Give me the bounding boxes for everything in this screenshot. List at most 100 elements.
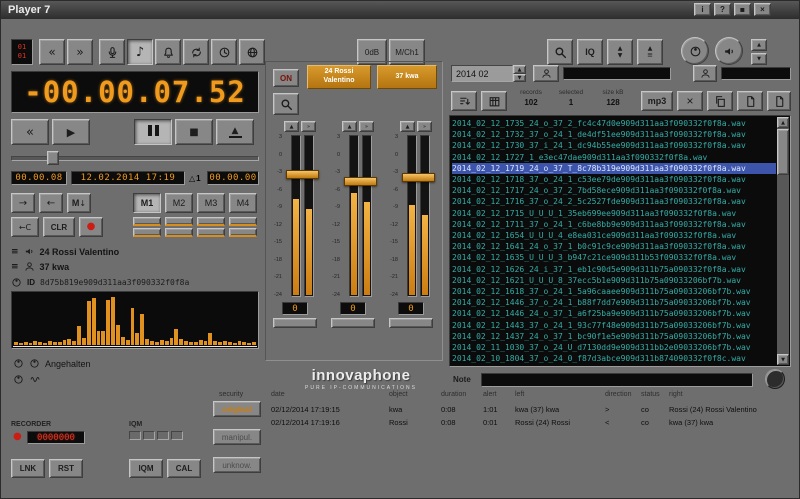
fader-handle[interactable] — [344, 176, 377, 186]
clear-marker-button[interactable]: ←C — [11, 217, 39, 237]
monitor-button[interactable] — [715, 37, 743, 65]
marker-3-clear-button[interactable] — [197, 228, 225, 237]
period-up-button[interactable]: ▲ — [513, 65, 526, 74]
bell-button[interactable] — [155, 39, 181, 65]
file-row[interactable]: 2014_02_12_1717_24_o_37_2_7bd58ece909d31… — [452, 185, 776, 196]
nudge-up-button[interactable]: ▲ — [751, 39, 767, 51]
file-list-scrollbar[interactable]: ▲ ▼ — [777, 117, 789, 365]
marker-2-button[interactable]: M2 — [165, 193, 193, 213]
file-row[interactable]: 2014_02_12_1732_37_o_24_1_de4df51ee909d3… — [452, 129, 776, 140]
marker-3-set-button[interactable] — [197, 217, 225, 226]
file-row[interactable]: 2014_02_12_1654_U_U_U_4_e8ea031ce909d311… — [452, 230, 776, 241]
marker-1-button[interactable]: M1 — [133, 193, 161, 213]
file-row[interactable]: 2014_02_12_1727_1_e3ec47dae909d311aa3f09… — [452, 152, 776, 163]
filter-party-b-button[interactable] — [693, 65, 717, 82]
filter-party-a-button[interactable] — [533, 65, 559, 82]
play-button[interactable]: ▶ — [52, 119, 90, 145]
file-row[interactable]: 2014_02_12_1711_37_o_24_1_c6be8bb9e909d3… — [452, 219, 776, 230]
file-row[interactable]: 2014_02_12_1635_U_U_U_3_b947c21ce909d311… — [452, 252, 776, 263]
fader-handle[interactable] — [286, 170, 319, 180]
loop-button[interactable] — [183, 39, 209, 65]
help-button[interactable]: ? — [714, 3, 731, 16]
filter-party-b-field[interactable] — [721, 67, 791, 80]
iqm-button[interactable]: IQM — [129, 459, 163, 478]
pin-button[interactable]: ▪ — [734, 3, 751, 16]
timer-button[interactable] — [211, 39, 237, 65]
meter-route-button[interactable]: » — [301, 121, 316, 132]
export-file-button[interactable] — [737, 91, 763, 111]
iq-button[interactable]: IQ — [577, 39, 603, 65]
meter-mute-button[interactable] — [389, 318, 433, 328]
meter-up-button[interactable]: ▲ — [400, 121, 415, 132]
meter-up-button[interactable]: ▲ — [284, 121, 299, 132]
meter-route-button[interactable]: » — [359, 121, 374, 132]
report-button[interactable] — [767, 91, 791, 111]
file-row[interactable]: 2014_02_10_1804_37_o_24_0_f87d3abce909d3… — [452, 353, 776, 364]
close-button[interactable]: × — [754, 3, 771, 16]
clear-all-button[interactable]: CLR — [43, 217, 75, 237]
meter-route-button[interactable]: » — [417, 121, 432, 132]
scroll-up-button[interactable]: ▲ — [777, 117, 789, 128]
scroll-down-button[interactable]: ▼ — [777, 354, 789, 365]
copy-file-button[interactable] — [707, 91, 733, 111]
skip-forward-button[interactable]: » — [67, 39, 93, 65]
toolbar-search-button[interactable] — [547, 39, 573, 65]
scrollbar-thumb[interactable] — [777, 129, 789, 175]
note-mode-button[interactable]: ♪ — [127, 39, 153, 65]
file-row[interactable]: 2014_02_12_1446_24_o_37_1_a6f25ba9e909d3… — [452, 308, 776, 319]
meter-up-button[interactable]: ▲ — [342, 121, 357, 132]
note-play-button[interactable] — [765, 369, 785, 389]
call-row[interactable]: 02/12/2014 17:19:16 Rossi 0:08 0:01 Rossi (2… — [269, 418, 793, 431]
file-row[interactable]: 2014_02_12_1618_37_o_24_1_5a96caaee909d3… — [452, 286, 776, 297]
link-button[interactable]: LNK — [11, 459, 45, 478]
security-manipulated-button[interactable]: manipul. — [213, 429, 261, 445]
stop-button[interactable]: ■ — [175, 119, 213, 145]
marker-1-clear-button[interactable] — [133, 228, 161, 237]
file-row[interactable]: 2014_02_12_1730_37_i_24_1_dc94b55ee909d3… — [452, 140, 776, 151]
nudge-down-button[interactable]: ▼ — [751, 53, 767, 65]
file-row[interactable]: 2014_02_12_1443_37_o_24_1_93c77f48e909d3… — [452, 320, 776, 331]
reset-button[interactable]: RST — [49, 459, 83, 478]
file-row[interactable]: 2014_02_12_1735_24_o_37_2_fc4c47d0e909d3… — [452, 118, 776, 129]
sort-order-button[interactable]: ▲ ≡ — [637, 39, 663, 65]
file-row[interactable]: 2014_02_12_1626_24_i_37_1_eb1c90d5e909d3… — [452, 264, 776, 275]
file-row[interactable]: 2014_02_12_1719_24_o_37_T_8c78b319e909d3… — [452, 162, 776, 175]
network-button[interactable] — [239, 39, 265, 65]
file-row[interactable]: 2014_02_12_1715_U_U_U_1_35eb699ee909d311… — [452, 208, 776, 219]
meter-mute-button[interactable] — [331, 318, 375, 328]
period-down-button[interactable]: ▼ — [513, 74, 526, 82]
goto-prev-marker-button[interactable]: ← — [39, 193, 63, 213]
file-row[interactable]: 2014_02_12_1718_37_o_24_1_c53ee79de909d3… — [452, 174, 776, 185]
marker-4-clear-button[interactable] — [229, 228, 257, 237]
file-row[interactable]: 2014_02_12_1437_24_o_37_1_bc90f1e5e909d3… — [452, 331, 776, 342]
marker-2-set-button[interactable] — [165, 217, 193, 226]
security-unknown-button[interactable]: unknow. — [213, 457, 261, 473]
position-slider[interactable] — [11, 151, 259, 165]
calendar-view-button[interactable] — [481, 91, 507, 111]
file-row[interactable]: 2014_02_12_1621_U_U_U_8_37ecc5b1e909d311… — [452, 275, 776, 286]
record-button[interactable]: ● — [79, 217, 103, 237]
rewind-button[interactable]: « — [11, 119, 49, 145]
pause-button[interactable] — [134, 119, 172, 145]
move-up-down-button[interactable]: ▲ ▼ — [607, 39, 633, 65]
sort-list-button[interactable] — [451, 91, 477, 111]
security-original-button[interactable]: original — [213, 401, 261, 417]
marker-4-button[interactable]: M4 — [229, 193, 257, 213]
marker-4-set-button[interactable] — [229, 217, 257, 226]
call-row[interactable]: 02/12/2014 17:19:15 kwa 0:08 1:01 kwa (37) k… — [269, 405, 793, 418]
fader-handle[interactable] — [402, 173, 435, 183]
alarm-dial-button[interactable] — [681, 37, 709, 65]
eject-button[interactable]: ▲ — [216, 119, 254, 145]
file-row[interactable]: 2014_02_11_1030_37_o_24_U_d7130dd9e909d3… — [452, 342, 776, 353]
file-row[interactable]: 2014_02_12_1446_37_o_24_1_b88f7dd7e909d3… — [452, 297, 776, 308]
marker-3-button[interactable]: M3 — [197, 193, 225, 213]
mic-button[interactable] — [99, 39, 125, 65]
mp3-export-button[interactable]: mp3 — [641, 91, 673, 111]
filter-party-a-field[interactable] — [563, 67, 671, 80]
note-input[interactable] — [481, 373, 753, 387]
marker-1-set-button[interactable] — [133, 217, 161, 226]
set-marker-button[interactable]: M ↓ — [67, 193, 91, 213]
meter-mute-button[interactable] — [273, 318, 317, 328]
meter-zoom-button[interactable] — [273, 93, 299, 115]
slider-handle[interactable] — [47, 151, 59, 165]
